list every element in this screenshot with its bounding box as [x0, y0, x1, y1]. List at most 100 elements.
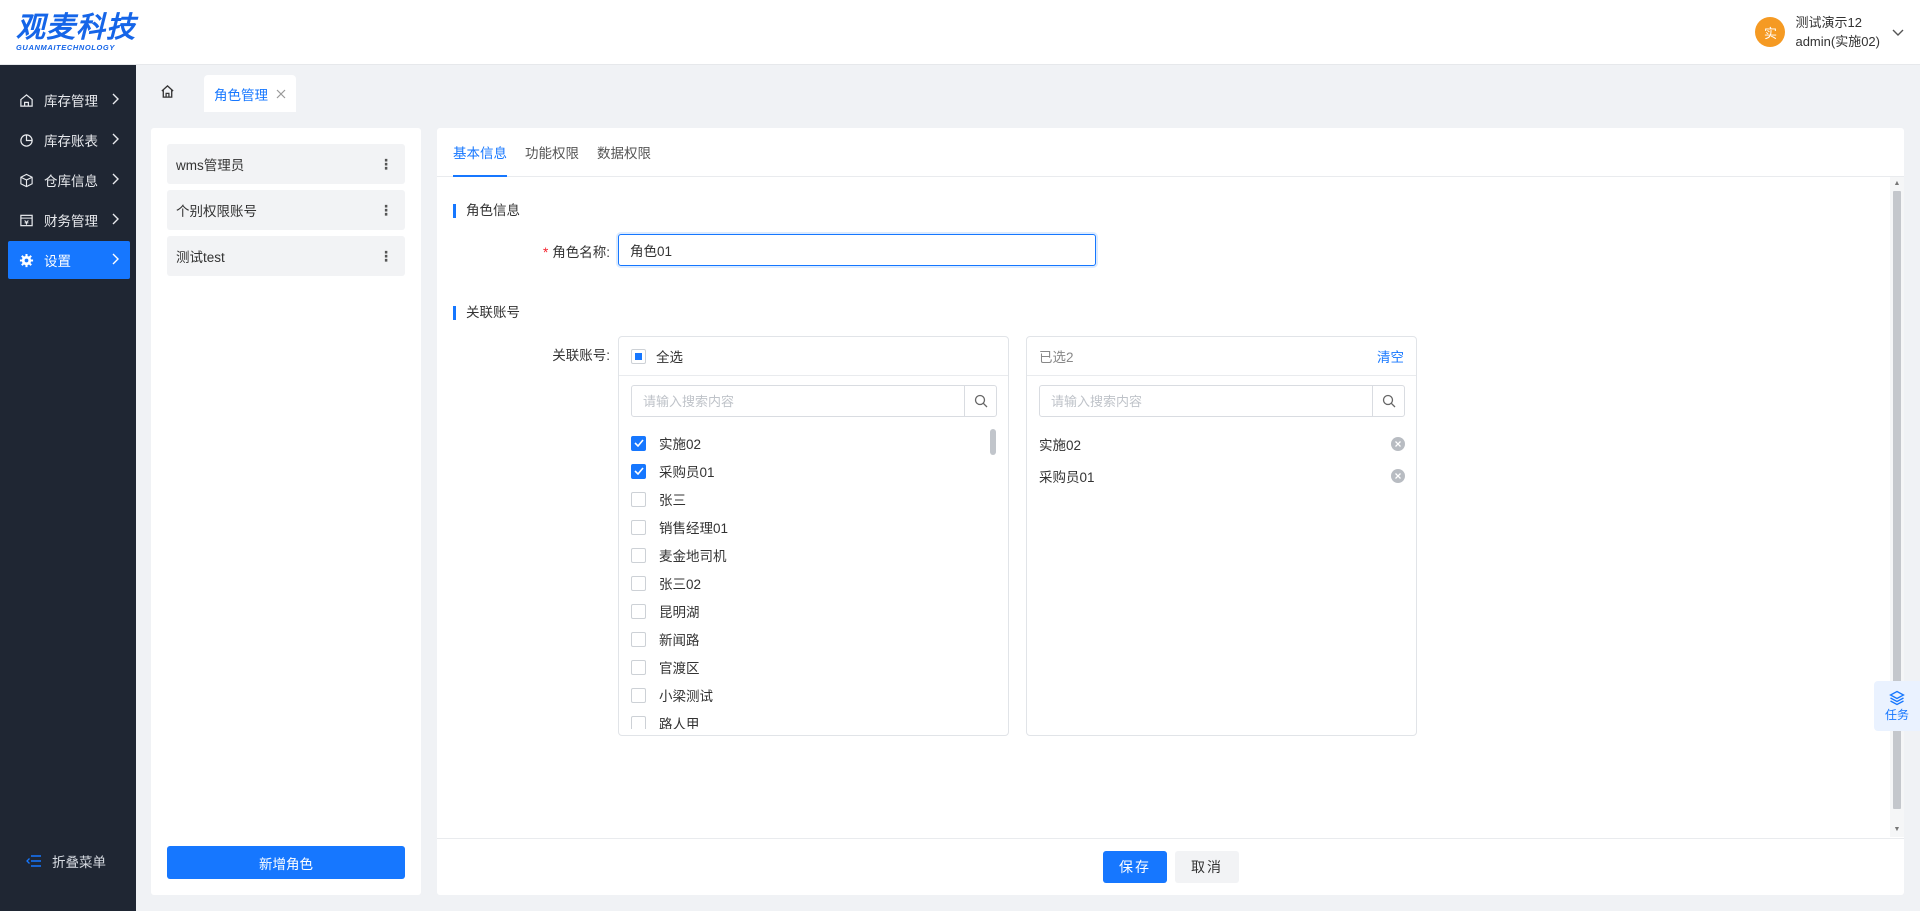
cube-icon: [18, 172, 34, 188]
scroll-down-icon[interactable]: ▼: [1892, 825, 1902, 835]
target-search-input[interactable]: [1040, 386, 1372, 416]
finance-icon: [18, 212, 34, 228]
task-widget[interactable]: 任务: [1874, 681, 1920, 731]
account-name: 小梁测试: [659, 689, 713, 704]
list-item[interactable]: 实施02: [631, 429, 981, 457]
sidebar: 库存管理 库存账表 仓库信息 财务管理 设置 折叠菜单: [0, 65, 136, 911]
selected-item: 采购员01: [1039, 465, 1405, 487]
sidebar-item-label: 库存账表: [44, 134, 98, 149]
remove-icon[interactable]: [1391, 469, 1405, 483]
home-icon: [160, 84, 174, 98]
list-item[interactable]: 官渡区: [631, 653, 981, 681]
source-search-input[interactable]: [632, 386, 964, 416]
task-label: 任务: [1884, 707, 1909, 722]
sidebar-item-settings[interactable]: 设置: [8, 241, 130, 279]
checkbox[interactable]: [631, 491, 646, 507]
more-vertical-icon[interactable]: ⋮: [379, 156, 393, 173]
checkbox[interactable]: [631, 603, 646, 619]
tab-function-permission[interactable]: 功能权限: [525, 142, 579, 177]
remove-icon[interactable]: [1391, 437, 1405, 451]
list-item[interactable]: 昆明湖: [631, 597, 981, 625]
more-vertical-icon[interactable]: ⋮: [379, 202, 393, 219]
role-item[interactable]: 测试test ⋮: [167, 236, 405, 276]
select-all-checkbox[interactable]: [631, 348, 646, 364]
home-tab[interactable]: [156, 80, 178, 102]
add-role-button[interactable]: 新增角色: [167, 846, 405, 879]
search-icon[interactable]: [964, 386, 996, 416]
tab-data-permission[interactable]: 数据权限: [597, 142, 651, 177]
tab-basic-info[interactable]: 基本信息: [453, 142, 507, 177]
page-tabbar: 角色管理: [136, 65, 1920, 112]
account-name: 麦金地司机: [659, 549, 727, 564]
account-name: 张三: [659, 493, 686, 508]
sidebar-item-label: 财务管理: [44, 214, 98, 229]
home-icon: [18, 92, 34, 108]
more-vertical-icon[interactable]: ⋮: [379, 248, 393, 265]
select-all-label[interactable]: 全选: [656, 346, 683, 366]
list-item[interactable]: 张三: [631, 485, 981, 513]
sidebar-item-label: 仓库信息: [44, 174, 98, 189]
menu-fold-icon: [26, 855, 41, 867]
selected-account-name: 实施02: [1039, 438, 1082, 453]
transfer-target-header: 已选2 清空: [1027, 337, 1416, 376]
selected-account-name: 采购员01: [1039, 470, 1095, 485]
cancel-button[interactable]: 取消: [1175, 851, 1239, 883]
checkbox[interactable]: [631, 519, 646, 535]
role-item[interactable]: 个别权限账号 ⋮: [167, 190, 405, 230]
checkbox[interactable]: [631, 659, 646, 675]
role-name-input[interactable]: [618, 234, 1096, 266]
transfer-source-header: 全选: [619, 337, 1008, 376]
logo-text: 观麦科技: [16, 12, 137, 44]
checkbox[interactable]: [631, 547, 646, 563]
logo-subtext: GUANMAITECHNOLOGY: [16, 43, 115, 52]
transfer-target-box: 已选2 清空 实施02 采购员01: [1026, 336, 1417, 736]
sidebar-item-inventory[interactable]: 库存管理: [8, 81, 130, 119]
content-scrollbar[interactable]: ▲ ▼: [1890, 177, 1904, 837]
section-role-info-title: 角色信息: [453, 204, 520, 218]
user-menu[interactable]: 实 测试演示12 admin(实施02): [1755, 13, 1904, 51]
checkbox[interactable]: [631, 435, 646, 451]
tab-role-management[interactable]: 角色管理: [204, 75, 296, 112]
role-name: wms管理员: [176, 158, 245, 173]
clear-button[interactable]: 清空: [1377, 346, 1404, 366]
account-name: 销售经理01: [659, 521, 729, 536]
list-item[interactable]: 张三02: [631, 569, 981, 597]
checkbox[interactable]: [631, 575, 646, 591]
user-info: 测试演示12 admin(实施02): [1795, 13, 1880, 51]
sidebar-item-warehouse[interactable]: 仓库信息: [8, 161, 130, 199]
list-item[interactable]: 新闻路: [631, 625, 981, 653]
checkbox[interactable]: [631, 715, 646, 729]
detail-tabs: 基本信息 功能权限 数据权限: [437, 128, 1904, 177]
search-icon[interactable]: [1372, 386, 1404, 416]
gear-icon: [18, 252, 34, 268]
role-name-label-text: 角色名称:: [552, 245, 610, 260]
list-item[interactable]: 小梁测试: [631, 681, 981, 709]
sidebar-item-inventory-report[interactable]: 库存账表: [8, 121, 130, 159]
list-item[interactable]: 销售经理01: [631, 513, 981, 541]
scroll-up-icon[interactable]: ▲: [1892, 179, 1902, 189]
close-icon[interactable]: [276, 86, 286, 102]
avatar: 实: [1755, 17, 1786, 47]
selected-count: 已选2: [1039, 350, 1074, 365]
sidebar-item-finance[interactable]: 财务管理: [8, 201, 130, 239]
user-org: 测试演示12: [1795, 15, 1862, 30]
collapse-menu-button[interactable]: 折叠菜单: [26, 851, 106, 871]
role-name: 个别权限账号: [176, 204, 257, 219]
checkbox[interactable]: [631, 687, 646, 703]
checkbox[interactable]: [631, 631, 646, 647]
list-scrollbar[interactable]: [990, 429, 996, 455]
list-item[interactable]: 采购员01: [631, 457, 981, 485]
save-button[interactable]: 保存: [1103, 851, 1167, 883]
role-item[interactable]: wms管理员 ⋮: [167, 144, 405, 184]
chevron-right-icon: [106, 212, 120, 228]
list-item[interactable]: 路人甲: [631, 709, 981, 729]
company-logo[interactable]: 观麦科技 GUANMAITECHNOLOGY: [16, 12, 136, 52]
checkbox[interactable]: [631, 463, 646, 479]
target-search: [1039, 385, 1405, 417]
source-account-list: 实施02 采购员01 张三 销售经理01 麦金地司机 张三02 昆明湖 新闻路 …: [631, 429, 981, 729]
role-name-label: * 角色名称:: [497, 241, 610, 261]
chevron-down-icon[interactable]: [1892, 25, 1904, 40]
list-item[interactable]: 麦金地司机: [631, 541, 981, 569]
layers-icon: [1889, 690, 1905, 705]
required-mark: *: [542, 245, 549, 260]
